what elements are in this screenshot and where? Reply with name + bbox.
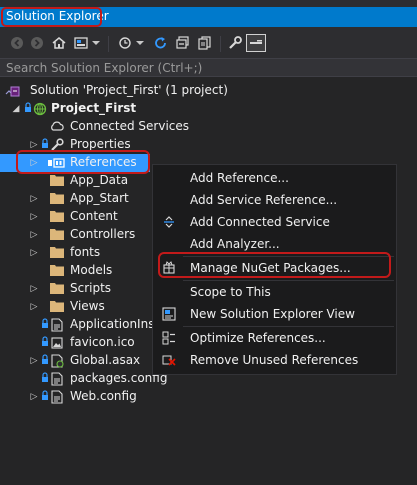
switch-views-icon[interactable] bbox=[72, 34, 90, 52]
remove-references-icon bbox=[162, 353, 176, 367]
expanded-icon[interactable]: ◢ bbox=[11, 103, 21, 115]
asax-file-icon bbox=[51, 354, 67, 368]
folder-icon bbox=[50, 300, 66, 314]
collapsed-icon[interactable]: ▷ bbox=[29, 301, 39, 313]
menu-item-add-reference[interactable]: Add Reference... bbox=[153, 167, 396, 189]
dropdown-icon[interactable] bbox=[134, 34, 146, 52]
tree-item-web-config[interactable]: ▷ Web.config bbox=[0, 388, 417, 406]
config-file-icon bbox=[51, 390, 67, 404]
menu-item-label: Optimize References... bbox=[190, 331, 326, 345]
dropdown-icon[interactable] bbox=[90, 34, 102, 52]
web-project-icon bbox=[33, 102, 49, 116]
menu-item-add-service-reference[interactable]: Add Service Reference... bbox=[153, 189, 396, 211]
collapse-all-icon[interactable] bbox=[174, 34, 192, 52]
collapsed-icon[interactable]: ▷ bbox=[29, 211, 39, 223]
references-highlight-box bbox=[16, 150, 150, 174]
show-all-files-icon[interactable] bbox=[196, 34, 214, 52]
project-label: Project_First bbox=[51, 101, 137, 115]
tree-item-label: Web.config bbox=[70, 389, 137, 403]
menu-item-label: Add Service Reference... bbox=[190, 193, 338, 207]
collapsed-icon[interactable]: ▷ bbox=[29, 193, 39, 205]
folder-icon bbox=[50, 174, 66, 188]
toolbar-separator bbox=[108, 36, 109, 52]
title-bar: Solution Explorer bbox=[0, 0, 417, 30]
lock-icon bbox=[41, 390, 49, 404]
nuget-highlight-box bbox=[158, 252, 391, 278]
tree-item-label: Models bbox=[70, 263, 113, 277]
menu-item-remove-unused-references[interactable]: Remove Unused References bbox=[153, 349, 396, 371]
new-view-icon bbox=[162, 307, 176, 321]
forward-icon[interactable] bbox=[28, 34, 46, 52]
toolbar bbox=[0, 30, 417, 58]
tree-item-label: Views bbox=[70, 299, 105, 313]
solution-icon bbox=[4, 84, 20, 98]
lock-icon bbox=[24, 102, 32, 116]
collapsed-icon[interactable]: ▷ bbox=[29, 283, 39, 295]
tree-item-solution[interactable]: Solution 'Project_First' (1 project) bbox=[0, 82, 417, 100]
preview-icon[interactable] bbox=[246, 34, 266, 52]
menu-item-label: Add Reference... bbox=[190, 171, 289, 185]
tree-item-label: App_Data bbox=[70, 173, 129, 187]
collapsed-icon[interactable]: ▷ bbox=[29, 355, 39, 367]
tree-item-label: Scripts bbox=[70, 281, 112, 295]
menu-item-label: Scope to This bbox=[190, 285, 271, 299]
lock-icon bbox=[41, 372, 49, 386]
tree-item-label: Properties bbox=[70, 137, 131, 151]
tree-item-label: favicon.ico bbox=[70, 335, 135, 349]
menu-item-optimize-references[interactable]: Optimize References... bbox=[153, 327, 396, 349]
home-icon[interactable] bbox=[50, 34, 68, 52]
tree-item-label: Connected Services bbox=[70, 119, 190, 133]
menu-item-label: Add Analyzer... bbox=[190, 237, 280, 251]
menu-item-label: Remove Unused References bbox=[190, 353, 359, 367]
optimize-icon bbox=[162, 331, 176, 345]
connected-service-icon bbox=[162, 215, 176, 229]
properties-icon[interactable] bbox=[226, 34, 244, 52]
folder-icon bbox=[50, 210, 66, 224]
tree-item-label: Content bbox=[70, 209, 118, 223]
tree-item-label: Controllers bbox=[70, 227, 136, 241]
menu-item-add-connected-service[interactable]: Add Connected Service bbox=[153, 211, 396, 233]
tree-item-connected-services[interactable]: Connected Services bbox=[0, 118, 417, 136]
collapsed-icon[interactable]: ▷ bbox=[29, 391, 39, 403]
lock-icon bbox=[41, 336, 49, 350]
config-file-icon bbox=[51, 318, 67, 332]
image-file-icon bbox=[51, 336, 67, 350]
folder-icon bbox=[50, 282, 66, 296]
refresh-icon[interactable] bbox=[152, 34, 170, 52]
folder-icon bbox=[50, 246, 66, 260]
menu-item-scope-to-this[interactable]: Scope to This bbox=[153, 281, 396, 303]
menu-item-label: New Solution Explorer View bbox=[190, 307, 355, 321]
menu-item-label: Add Connected Service bbox=[190, 215, 330, 229]
back-icon[interactable] bbox=[8, 34, 26, 52]
folder-icon bbox=[50, 228, 66, 242]
cloud-icon bbox=[49, 120, 65, 134]
tree-item-label: App_Start bbox=[70, 191, 129, 205]
folder-icon bbox=[50, 264, 66, 278]
search-placeholder: Search Solution Explorer (Ctrl+;) bbox=[6, 61, 203, 75]
toolbar-separator bbox=[220, 36, 221, 52]
solution-label: Solution 'Project_First' (1 project) bbox=[30, 83, 228, 97]
tree-item-label: fonts bbox=[70, 245, 101, 259]
collapsed-icon[interactable]: ▷ bbox=[29, 247, 39, 259]
history-icon[interactable] bbox=[116, 34, 134, 52]
config-file-icon bbox=[51, 372, 67, 386]
menu-item-new-solution-explorer-view[interactable]: New Solution Explorer View bbox=[153, 303, 396, 325]
search-input[interactable]: Search Solution Explorer (Ctrl+;) bbox=[0, 58, 417, 77]
tree-item-label: Global.asax bbox=[70, 353, 141, 367]
lock-icon bbox=[41, 354, 49, 368]
lock-icon bbox=[41, 318, 49, 332]
folder-icon bbox=[50, 192, 66, 206]
collapsed-icon[interactable]: ▷ bbox=[29, 229, 39, 241]
title-highlight-box bbox=[1, 7, 102, 27]
tree-item-project[interactable]: ◢ Project_First bbox=[0, 100, 417, 118]
